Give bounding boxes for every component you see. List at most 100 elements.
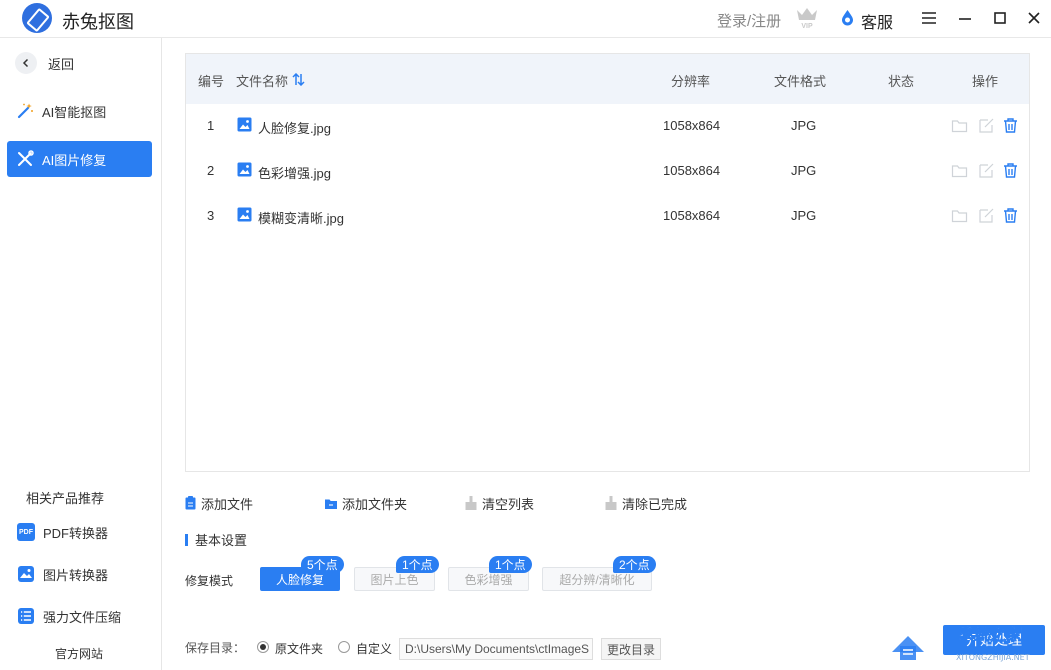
maximize-button[interactable] [990,8,1010,28]
broom-icon [605,496,617,510]
login-register-link[interactable]: 登录/注册 [717,10,781,31]
add-folder-label: 添加文件夹 [342,496,408,512]
magic-wand-icon [17,103,33,119]
header-name[interactable]: 文件名称 [236,71,288,90]
clear-done-label: 清除已完成 [622,496,688,512]
delete-icon[interactable] [1002,207,1019,224]
add-folder-button[interactable]: 添加文件夹 [325,494,407,512]
clear-list-button[interactable]: 清空列表 [465,494,534,512]
close-icon [1028,12,1040,24]
official-site-link[interactable]: 官方网站 [55,645,103,662]
change-directory-button[interactable]: 更改目录 [601,638,661,660]
header-status: 状态 [888,74,915,89]
recommend-item-image-converter[interactable]: 图片转换器 [17,564,108,584]
sidebar: 返回 AI智能抠图 AI图片修复 相关产品推荐 PDF PDF转换器 图片转换器 [0,38,162,670]
save-directory-label: 保存目录： [185,641,246,655]
add-file-button[interactable]: 添加文件 [185,494,253,512]
tools-icon [18,150,34,166]
row-resolution: 1058x864 [663,208,721,223]
title-bar: 赤兔抠图 登录/注册 VIP 客服 [0,0,1051,38]
basic-settings-title: 基本设置 [185,530,247,549]
section-accent-bar [185,533,188,546]
row-format: JPG [791,118,817,133]
radio-custom-folder[interactable] [338,641,350,653]
file-add-icon [185,496,196,510]
edit-icon[interactable] [978,117,995,134]
row-format: JPG [791,208,817,223]
row-resolution: 1058x864 [663,118,721,133]
image-converter-icon [18,566,34,582]
points-badge: 2个点 [613,556,656,573]
broom-icon [465,496,477,510]
table-header: 编号 文件名称 分辨率 文件格式 状态 操作 [186,54,1029,104]
clear-list-label: 清空列表 [482,496,535,512]
sidebar-item-label: AI智能抠图 [42,104,107,120]
service-link[interactable]: 客服 [861,9,893,33]
row-format: JPG [791,163,817,178]
basic-settings-label: 基本设置 [195,533,248,548]
delete-icon[interactable] [1002,117,1019,134]
close-button[interactable] [1024,8,1044,28]
row-index: 1 [207,118,215,133]
delete-icon[interactable] [1002,162,1019,179]
recommend-title: 相关产品推荐 [26,491,105,506]
sort-icon[interactable] [292,73,305,86]
clear-done-button[interactable]: 清除已完成 [605,494,687,512]
header-format: 文件格式 [774,74,827,89]
file-table: 编号 文件名称 分辨率 文件格式 状态 操作 1 人脸修复.jpg 1058x8… [185,53,1030,472]
radio-original-folder-label[interactable]: 原文件夹 [275,640,323,657]
edit-icon[interactable] [978,207,995,224]
recommend-item-pdf[interactable]: PDF PDF转换器 [17,522,108,542]
chevron-left-icon [15,52,37,74]
row-filename: 人脸修复.jpg [258,121,331,136]
watermark-text: 系统之家 [958,625,1023,644]
row-filename: 色彩增强.jpg [258,166,331,181]
header-index: 编号 [198,74,225,89]
folder-icon[interactable] [951,117,968,134]
recommend-item-label: 图片转换器 [43,567,109,583]
back-label: 返回 [48,56,75,72]
back-button[interactable]: 返回 [15,52,74,74]
service-drop-icon[interactable] [840,9,855,26]
recommend-item-label: PDF转换器 [43,525,109,541]
menu-button[interactable] [919,8,939,28]
folder-add-icon [325,499,337,509]
row-filename: 模糊变清晰.jpg [258,211,344,226]
radio-original-folder[interactable] [257,641,269,653]
pdf-icon: PDF [17,523,35,541]
app-logo-icon [22,3,52,33]
sidebar-item-ai-repair[interactable]: AI图片修复 [7,141,152,177]
row-resolution: 1058x864 [663,163,721,178]
sidebar-item-label: AI图片修复 [42,152,107,168]
recommend-item-compress[interactable]: 强力文件压缩 [17,606,121,626]
row-index: 3 [207,208,215,223]
table-row[interactable]: 1 人脸修复.jpg 1058x864 JPG [186,104,1029,149]
compress-icon [18,608,34,624]
image-file-icon [237,117,252,132]
edit-icon[interactable] [978,162,995,179]
watermark-subtext: XITONGZHIJIA.NET [956,653,1030,662]
image-file-icon [237,162,252,177]
header-actions: 操作 [972,74,999,89]
header-resolution: 分辨率 [671,74,711,89]
table-row[interactable]: 3 模糊变清晰.jpg 1058x864 JPG [186,194,1029,239]
points-badge: 5个点 [301,556,344,573]
svg-text:VIP: VIP [801,23,813,30]
vip-crown-icon[interactable]: VIP [794,4,820,30]
folder-icon[interactable] [951,162,968,179]
recommend-item-label: 强力文件压缩 [43,609,122,625]
maximize-icon [994,12,1006,24]
add-file-label: 添加文件 [201,496,254,512]
save-path-field[interactable]: D:\Users\My Documents\ctImageS [399,638,593,660]
points-badge: 1个点 [489,556,532,573]
repair-mode-label: 修复模式 [185,574,234,588]
minimize-icon [959,18,971,20]
radio-custom-folder-label[interactable]: 自定义 [356,640,392,657]
sidebar-item-ai-cutout[interactable]: AI智能抠图 [7,93,152,129]
table-row[interactable]: 2 色彩增强.jpg 1058x864 JPG [186,149,1029,194]
menu-icon [922,12,936,24]
folder-icon[interactable] [951,207,968,224]
minimize-button[interactable] [955,8,975,28]
watermark-logo: 系统之家 XITONGZHIJIA.NET [892,625,1030,662]
row-index: 2 [207,163,215,178]
